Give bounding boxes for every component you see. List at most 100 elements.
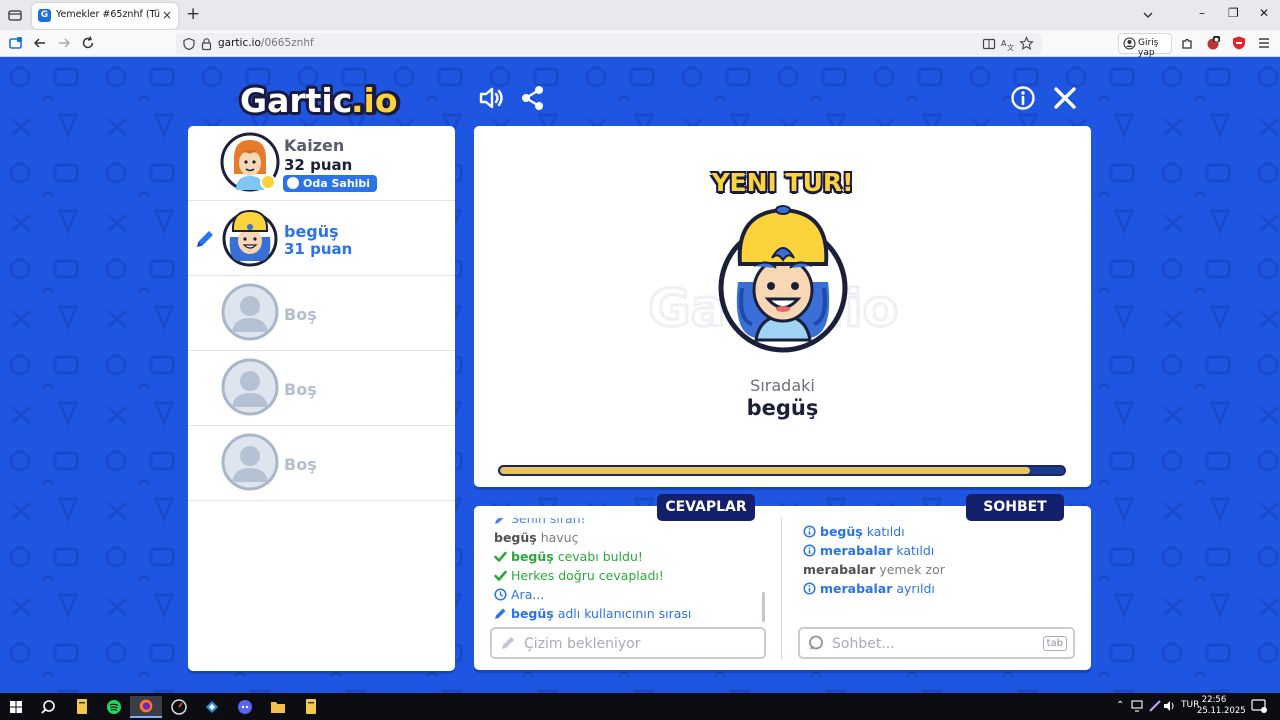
room-owner-badge: Oda Sahibi <box>283 175 378 192</box>
login-button[interactable]: Giriş yap <box>1118 33 1172 58</box>
window-maximize-button[interactable]: ❐ <box>1228 6 1239 20</box>
tray-overflow-chevron-icon[interactable]: ⌃ <box>1116 700 1124 711</box>
reload-icon[interactable] <box>80 35 96 51</box>
gartic-logo[interactable]: Gartic.io Gartic .io <box>238 79 410 119</box>
discord-app-icon[interactable] <box>229 696 261 718</box>
adblock-shield-icon[interactable] <box>1231 35 1247 51</box>
lock-icon[interactable] <box>200 37 213 51</box>
message-item: begüş cevabı buldu! <box>494 547 691 566</box>
new-tab-button[interactable]: + <box>186 5 200 23</box>
message-username: begüş <box>820 524 863 539</box>
message-text: adlı kullanıcının sırası <box>553 606 692 621</box>
app-icon[interactable] <box>196 696 228 718</box>
answer-input[interactable]: Çizim bekleniyor <box>490 627 766 659</box>
info-icon <box>803 525 816 538</box>
volume-icon[interactable] <box>1163 700 1177 712</box>
pencil-icon <box>495 518 504 524</box>
spotify-app-icon[interactable] <box>98 696 130 718</box>
notepad-app-icon[interactable] <box>295 696 327 718</box>
player-row[interactable]: Kaizen 32 puan Oda Sahibi <box>188 126 455 201</box>
message-item: Senin sıran! <box>494 518 691 528</box>
tab-close-icon[interactable]: × <box>162 8 172 22</box>
sidebar-toggle-icon[interactable] <box>8 35 24 51</box>
tab-list-chevron-icon[interactable] <box>1141 8 1155 22</box>
pen-icon[interactable] <box>1148 700 1162 712</box>
answers-scrollbar[interactable] <box>762 592 765 622</box>
message-item: begüş adlı kullanıcının sırası <box>494 604 691 622</box>
clock-icon <box>494 588 507 601</box>
player-avatar <box>222 209 278 267</box>
tab-chat[interactable]: SOHBET <box>966 494 1064 521</box>
window-close-button[interactable]: ✕ <box>1259 6 1269 20</box>
message-username: merabalar <box>803 562 876 577</box>
crown-icon <box>287 177 299 189</box>
address-bar[interactable]: gartic.io/0665znhf A 文 <box>176 33 1042 55</box>
panel-divider <box>781 518 782 660</box>
extension-badge-icon[interactable]: ● <box>1205 35 1221 51</box>
exit-close-icon[interactable] <box>1052 85 1078 111</box>
forward-arrow-icon[interactable] <box>56 35 72 51</box>
info-icon <box>803 544 816 557</box>
new-round-banner: YENI TUR! <box>711 168 854 197</box>
message-text: katıldı <box>862 524 905 539</box>
message-item: merabalar ayrıldı <box>803 579 945 598</box>
message-text: katıldı <box>892 543 935 558</box>
share-icon[interactable] <box>520 85 546 111</box>
network-icon[interactable] <box>1131 700 1145 712</box>
message-text: Herkes doğru cevapladı! <box>511 568 664 583</box>
taskbar-clock[interactable]: 22:56 25.11.2025 <box>1197 695 1246 717</box>
chat-input-placeholder: Sohbet... <box>832 636 895 652</box>
account-icon <box>1123 37 1136 50</box>
player-score: 31 puan <box>284 240 353 258</box>
browser-tab-active[interactable]: G Yemekler #65znhf (Türkçe) - Gartic × <box>32 3 178 29</box>
window-minimize-button[interactable]: – <box>1199 6 1205 20</box>
message-item: begüş katıldı <box>803 522 945 541</box>
file-explorer-icon[interactable] <box>262 696 294 718</box>
check-icon <box>494 570 507 581</box>
message-text: Ara... <box>511 587 545 602</box>
empty-player-slot: Boş <box>188 351 455 426</box>
translate-icon[interactable]: A 文 <box>1000 37 1014 51</box>
firefox-app-icon[interactable] <box>130 696 162 718</box>
browser-navbar: gartic.io/0665znhf A 文 Giriş yap ● <box>0 30 1280 58</box>
empty-avatar-icon <box>221 358 279 416</box>
player-row[interactable]: begüş 31 puan <box>188 201 455 276</box>
reader-view-icon[interactable] <box>982 37 996 51</box>
app-icon[interactable] <box>163 696 195 718</box>
message-text: cevabı buldu! <box>553 549 643 564</box>
svg-text:Gartic: Gartic <box>240 81 352 119</box>
next-player-name: begüş <box>746 396 819 420</box>
bookmark-star-icon[interactable] <box>1019 36 1034 51</box>
svg-text:文: 文 <box>1007 43 1014 51</box>
search-icon[interactable] <box>32 696 64 718</box>
player-score: 32 puan <box>284 156 353 174</box>
empty-player-slot: Boş <box>188 426 455 501</box>
tab-key-hint: tab <box>1042 636 1067 651</box>
drawing-pencil-icon <box>197 231 213 247</box>
pencil-icon <box>495 608 506 619</box>
message-item: merabalar yemek zor <box>803 560 945 579</box>
player-name: Boş <box>284 305 317 324</box>
answers-chat-panel: CEVAPLAR SOHBET Senin sıran! begüş havuç b… <box>474 494 1091 670</box>
check-icon <box>494 551 507 562</box>
tab-answers[interactable]: CEVAPLAR <box>657 494 755 521</box>
back-arrow-icon[interactable] <box>32 35 48 51</box>
sound-toggle-icon[interactable] <box>478 85 504 111</box>
message-username: begüş <box>494 530 537 545</box>
chat-input[interactable]: Sohbet... tab <box>798 627 1075 659</box>
tab-overview-icon[interactable] <box>6 6 24 24</box>
player-name: begüş <box>284 222 339 241</box>
shield-icon[interactable] <box>182 37 196 51</box>
players-panel: Kaizen 32 puan Oda Sahibi begüş 31 puan … <box>188 126 455 671</box>
windows-start-icon[interactable] <box>0 696 32 718</box>
chat-bubble-icon <box>809 635 823 650</box>
chat-message-list: begüş katıldı merabalar katıldı merabalar … <box>803 522 945 598</box>
notifications-icon[interactable] <box>1251 699 1267 714</box>
empty-avatar-icon <box>221 283 279 341</box>
message-text: ayrıldı <box>892 581 935 596</box>
gartic-favicon-icon: G <box>38 9 51 22</box>
menu-hamburger-icon[interactable] <box>1256 35 1272 51</box>
notepad-app-icon[interactable] <box>66 696 98 718</box>
extensions-icon[interactable] <box>1179 35 1195 51</box>
info-icon[interactable] <box>1010 85 1036 111</box>
